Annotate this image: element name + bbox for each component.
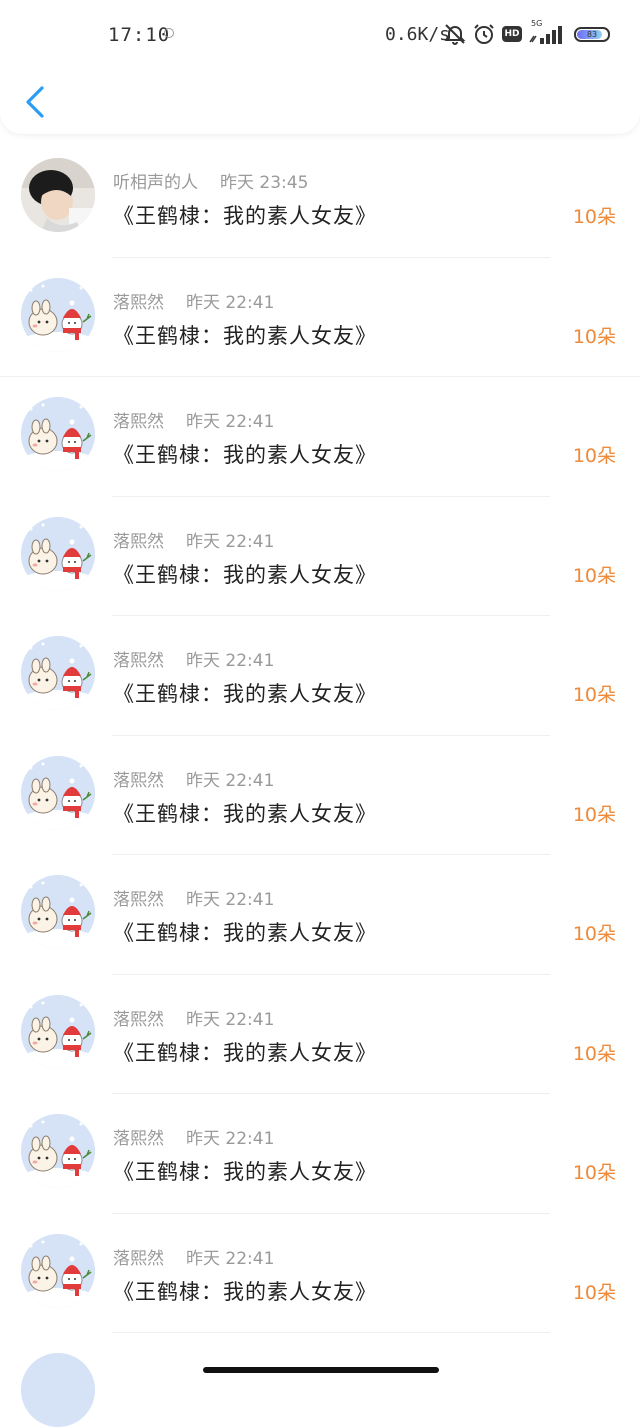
network-speed: 0.6K/s (385, 24, 451, 45)
user-name: 落熙然 (113, 1129, 164, 1149)
work-title: 《王鹤棣：我的素人女友》 (113, 1040, 377, 1065)
user-name: 听相声的人 (113, 173, 198, 193)
gift-record-list: 听相声的人 昨天 23:45 《王鹤棣：我的素人女友》 10朵 落熙然 昨天 22:… (0, 138, 640, 1333)
timestamp: 昨天 22:41 (186, 1009, 275, 1030)
timestamp: 昨天 23:45 (220, 173, 309, 193)
timestamp: 昨天 22:41 (186, 770, 275, 791)
list-item[interactable]: 落熙然 昨天 22:41 《王鹤棣：我的素人女友》 10朵 (0, 1214, 640, 1333)
gift-count: 10朵 (572, 1281, 616, 1304)
gift-count: 10朵 (572, 564, 616, 587)
entry-meta: 听相声的人 昨天 23:45 (113, 168, 308, 193)
entry-meta: 落熙然 昨天 22:41 (113, 1124, 274, 1149)
timestamp: 昨天 22:41 (186, 531, 275, 552)
chevron-left-icon (26, 86, 44, 118)
timestamp: 昨天 22:41 (186, 651, 275, 671)
battery-icon: 83 (574, 27, 610, 42)
back-button[interactable] (18, 82, 54, 122)
timestamp: 昨天 22:41 (186, 1248, 275, 1269)
entry-meta: 落熙然 昨天 22:41 (113, 1244, 274, 1269)
avatar[interactable] (21, 755, 95, 830)
entry-meta: 落熙然 昨天 22:41 (113, 885, 274, 910)
gift-count: 10朵 (572, 684, 616, 706)
avatar[interactable] (21, 875, 95, 949)
gift-count: 10朵 (572, 445, 616, 467)
list-item[interactable]: 落熙然 昨天 22:41 《王鹤棣：我的素人女友》 10朵 (0, 616, 640, 736)
user-name: 落熙然 (113, 531, 164, 552)
top-bar: 17:10 0.6K/s HD 5G 83 (0, 0, 640, 134)
divider (112, 1332, 550, 1333)
user-name: 落熙然 (113, 1009, 164, 1030)
list-item[interactable]: 落熙然 昨天 22:41 《王鹤棣：我的素人女友》 10朵 (0, 258, 640, 377)
list-item[interactable]: 落熙然 昨天 22:41 《王鹤棣：我的素人女友》 10朵 (0, 1094, 640, 1214)
timestamp: 昨天 22:41 (186, 292, 275, 313)
gift-count: 10朵 (572, 1042, 616, 1065)
entry-meta: 落熙然 昨天 22:41 (113, 766, 274, 791)
hd-badge: HD (502, 26, 522, 42)
avatar[interactable] (21, 636, 95, 710)
gift-count: 10朵 (572, 923, 616, 945)
timestamp: 昨天 22:41 (186, 412, 275, 432)
work-title: 《王鹤棣：我的素人女友》 (113, 562, 377, 587)
user-name: 落熙然 (113, 1248, 164, 1269)
work-title: 《王鹤棣：我的素人女友》 (113, 1279, 377, 1304)
work-title: 《王鹤棣：我的素人女友》 (113, 801, 377, 826)
alarm-icon (474, 24, 494, 44)
work-title: 《王鹤棣：我的素人女友》 (113, 323, 377, 348)
avatar[interactable] (21, 277, 95, 352)
work-title: 《王鹤棣：我的素人女友》 (113, 921, 377, 945)
gift-count: 10朵 (572, 325, 616, 348)
avatar[interactable] (21, 1114, 95, 1188)
avatar[interactable] (21, 397, 95, 471)
list-item[interactable]: 落熙然 昨天 22:41 《王鹤棣：我的素人女友》 10朵 (0, 975, 640, 1094)
user-name: 落熙然 (113, 651, 164, 671)
bell-muted-icon (444, 24, 466, 45)
list-item[interactable]: 听相声的人 昨天 23:45 《王鹤棣：我的素人女友》 10朵 (0, 138, 640, 258)
entry-meta: 落熙然 昨天 22:41 (113, 646, 274, 671)
user-name: 落熙然 (113, 292, 164, 313)
work-title: 《王鹤棣：我的素人女友》 (113, 204, 377, 228)
gift-count: 10朵 (572, 1162, 616, 1184)
gift-count: 10朵 (572, 803, 616, 826)
entry-meta: 落熙然 昨天 22:41 (113, 1005, 274, 1030)
status-bar: 17:10 0.6K/s HD 5G 83 (0, 18, 640, 54)
list-item[interactable]: 落熙然 昨天 22:41 《王鹤棣：我的素人女友》 10朵 (0, 855, 640, 975)
avatar[interactable] (21, 1233, 95, 1308)
list-item[interactable]: 落熙然 昨天 22:41 《王鹤棣：我的素人女友》 10朵 (0, 377, 640, 497)
avatar (21, 1353, 95, 1427)
timestamp: 昨天 22:41 (186, 1129, 275, 1149)
signal-icon (529, 26, 562, 44)
avatar[interactable] (21, 158, 95, 232)
list-item[interactable]: 落熙然 昨天 22:41 《王鹤棣：我的素人女友》 10朵 (0, 736, 640, 855)
home-indicator[interactable] (203, 1367, 439, 1373)
user-name: 落熙然 (113, 412, 164, 432)
gift-count: 10朵 (572, 206, 616, 228)
avatar[interactable] (21, 516, 95, 591)
entry-meta: 落熙然 昨天 22:41 (113, 288, 274, 313)
clock: 17:10 (108, 24, 171, 46)
user-name: 落熙然 (113, 890, 164, 910)
avatar[interactable] (21, 994, 95, 1069)
timestamp: 昨天 22:41 (186, 890, 275, 910)
work-title: 《王鹤棣：我的素人女友》 (113, 1160, 377, 1184)
entry-meta: 落熙然 昨天 22:41 (113, 527, 274, 552)
entry-meta: 落熙然 昨天 22:41 (113, 407, 274, 432)
user-name: 落熙然 (113, 770, 164, 791)
location-icon (164, 28, 174, 38)
work-title: 《王鹤棣：我的素人女友》 (113, 682, 377, 706)
list-item[interactable]: 落熙然 昨天 22:41 《王鹤棣：我的素人女友》 10朵 (0, 497, 640, 616)
work-title: 《王鹤棣：我的素人女友》 (113, 443, 377, 467)
